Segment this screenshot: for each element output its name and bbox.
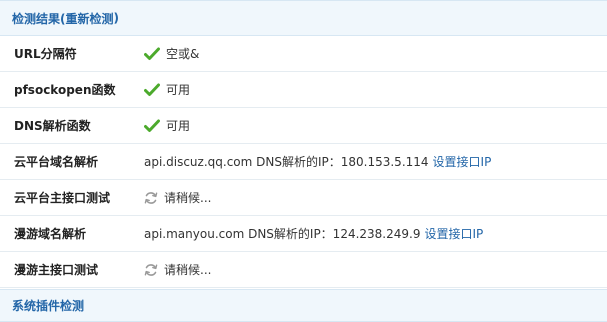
check-results-header: 检测结果(重新检测) xyxy=(0,0,607,36)
row-value-text: api.manyou.com DNS解析的IP：124.238.249.9 xyxy=(144,227,421,241)
row-label: 漫游主接口测试 xyxy=(14,263,99,277)
row-value-text: 可用 xyxy=(166,83,191,97)
row-value-text: 空或& xyxy=(166,47,200,61)
table-row: pfsockopen函数 可用 xyxy=(0,72,607,108)
row-value: api.discuz.qq.com DNS解析的IP：180.153.5.114… xyxy=(144,153,491,170)
row-label: DNS解析函数 xyxy=(14,119,91,133)
set-api-ip-link[interactable]: 设置接口IP xyxy=(433,153,492,170)
header-title-close: ) xyxy=(113,11,119,25)
refresh-icon xyxy=(144,191,158,204)
row-value-text: api.discuz.qq.com DNS解析的IP：180.153.5.114 xyxy=(144,155,429,169)
header-title: 检测结果( xyxy=(12,11,66,26)
recheck-link[interactable]: 重新检测 xyxy=(66,10,114,27)
refresh-icon xyxy=(144,263,158,276)
check-icon xyxy=(144,83,160,96)
row-label: pfsockopen函数 xyxy=(14,83,116,97)
row-value-text: 可用 xyxy=(166,119,191,133)
row-value: 可用 xyxy=(144,81,190,98)
table-row: URL分隔符 空或& xyxy=(0,36,607,72)
table-row: 云平台域名解析 api.discuz.qq.com DNS解析的IP：180.1… xyxy=(0,144,607,180)
row-value: 空或& xyxy=(144,45,199,62)
row-value-text: 请稍候... xyxy=(164,263,212,277)
row-value-text: 请稍候... xyxy=(164,191,212,205)
row-value: 请稍候... xyxy=(144,189,211,206)
table-row: DNS解析函数 可用 xyxy=(0,108,607,144)
row-label: 漫游域名解析 xyxy=(14,227,87,241)
row-label: 云平台主接口测试 xyxy=(14,191,111,205)
check-results-panel: 检测结果(重新检测) URL分隔符 空或& pfsockopen函数 可用 DN… xyxy=(0,0,607,322)
row-label: URL分隔符 xyxy=(14,47,77,61)
table-row: 漫游域名解析 api.manyou.com DNS解析的IP：124.238.2… xyxy=(0,216,607,252)
row-value: api.manyou.com DNS解析的IP：124.238.249.9 设置… xyxy=(144,225,483,242)
row-label: 云平台域名解析 xyxy=(14,155,99,169)
row-value: 可用 xyxy=(144,117,190,134)
set-api-ip-link[interactable]: 设置接口IP xyxy=(424,225,483,242)
check-icon xyxy=(144,47,160,60)
table-row: 漫游主接口测试 请稍候... xyxy=(0,252,607,288)
plugin-check-title: 系统插件检测 xyxy=(12,299,85,313)
table-row: 云平台主接口测试 请稍候... xyxy=(0,180,607,216)
plugin-check-header: 系统插件检测 xyxy=(0,289,607,322)
row-value: 请稍候... xyxy=(144,261,211,278)
check-icon xyxy=(144,119,160,132)
